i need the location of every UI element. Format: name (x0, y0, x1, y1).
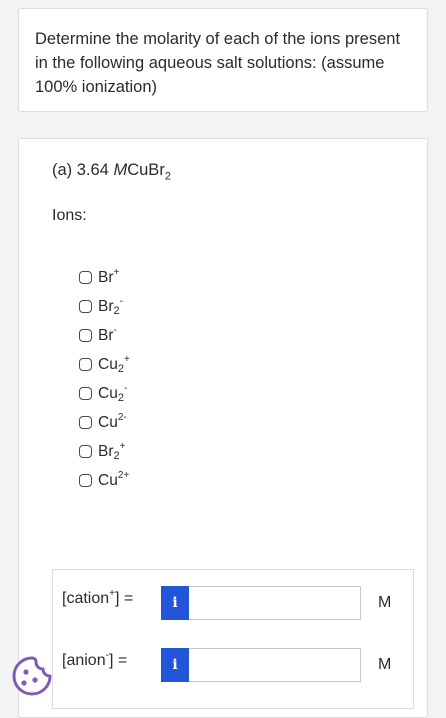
checkbox[interactable] (79, 445, 92, 458)
checkbox[interactable] (79, 300, 92, 313)
ion-label: Br+ (98, 267, 120, 286)
part-a-card: (a) 3.64 MCuBr2 Ions: Br+ Br2- Br- Cu2+ … (18, 138, 428, 718)
info-icon[interactable]: i (161, 586, 189, 620)
ion-label: Br2- (98, 296, 123, 317)
part-title: (a) 3.64 MCuBr2 (52, 161, 171, 182)
ion-label: Cu2- (98, 383, 128, 404)
question-text: Determine the molarity of each of the io… (35, 30, 401, 96)
formula-subscript: 2 (164, 170, 171, 183)
ions-label: Ions: (52, 207, 87, 224)
ion-option-cu2-minus[interactable]: Cu2- (79, 379, 130, 408)
formula-base: CuBr (127, 161, 165, 179)
ion-label: Br- (98, 325, 117, 344)
anion-answer-row: [anion-] = i M (53, 646, 413, 684)
ion-option-cu-2plus[interactable]: Cu2+ (79, 466, 130, 495)
ion-option-cu2-plus[interactable]: Cu2+ (79, 350, 130, 379)
checkbox[interactable] (79, 329, 92, 342)
checkbox[interactable] (79, 387, 92, 400)
checkbox[interactable] (79, 416, 92, 429)
checkbox[interactable] (79, 474, 92, 487)
ion-label: Br2+ (98, 441, 126, 462)
cookie-icon[interactable] (8, 652, 56, 700)
ion-option-cu-2minus[interactable]: Cu2- (79, 408, 130, 437)
ion-label: Cu2+ (98, 354, 130, 375)
cation-input[interactable] (189, 586, 361, 620)
molarity-unit: M (113, 161, 128, 179)
ion-option-br2-minus[interactable]: Br2- (79, 292, 130, 321)
anion-input[interactable] (189, 648, 361, 682)
ion-option-br-plus[interactable]: Br+ (79, 263, 130, 292)
anion-unit: M (378, 656, 392, 673)
checkbox[interactable] (79, 358, 92, 371)
cookie-icon-svg (12, 656, 52, 696)
ion-option-br2-plus[interactable]: Br2+ (79, 437, 130, 466)
ion-label: Cu2- (98, 412, 127, 431)
ion-label: Cu2+ (98, 470, 130, 489)
info-icon[interactable]: i (161, 648, 189, 682)
cation-answer-row: [cation+] = i M (53, 584, 413, 622)
anion-label: [anion-] = (62, 650, 128, 669)
ion-option-br-minus[interactable]: Br- (79, 321, 130, 350)
question-card: Determine the molarity of each of the io… (18, 8, 428, 112)
cation-label: [cation+] = (62, 588, 134, 607)
answer-box: [cation+] = i M [anion-] = i M (52, 569, 414, 709)
ion-checkbox-list: Br+ Br2- Br- Cu2+ Cu2- Cu2- Br2+ Cu2+ (79, 263, 130, 495)
cation-unit: M (378, 594, 392, 611)
checkbox[interactable] (79, 271, 92, 284)
part-label: (a) 3.64 (52, 161, 109, 179)
